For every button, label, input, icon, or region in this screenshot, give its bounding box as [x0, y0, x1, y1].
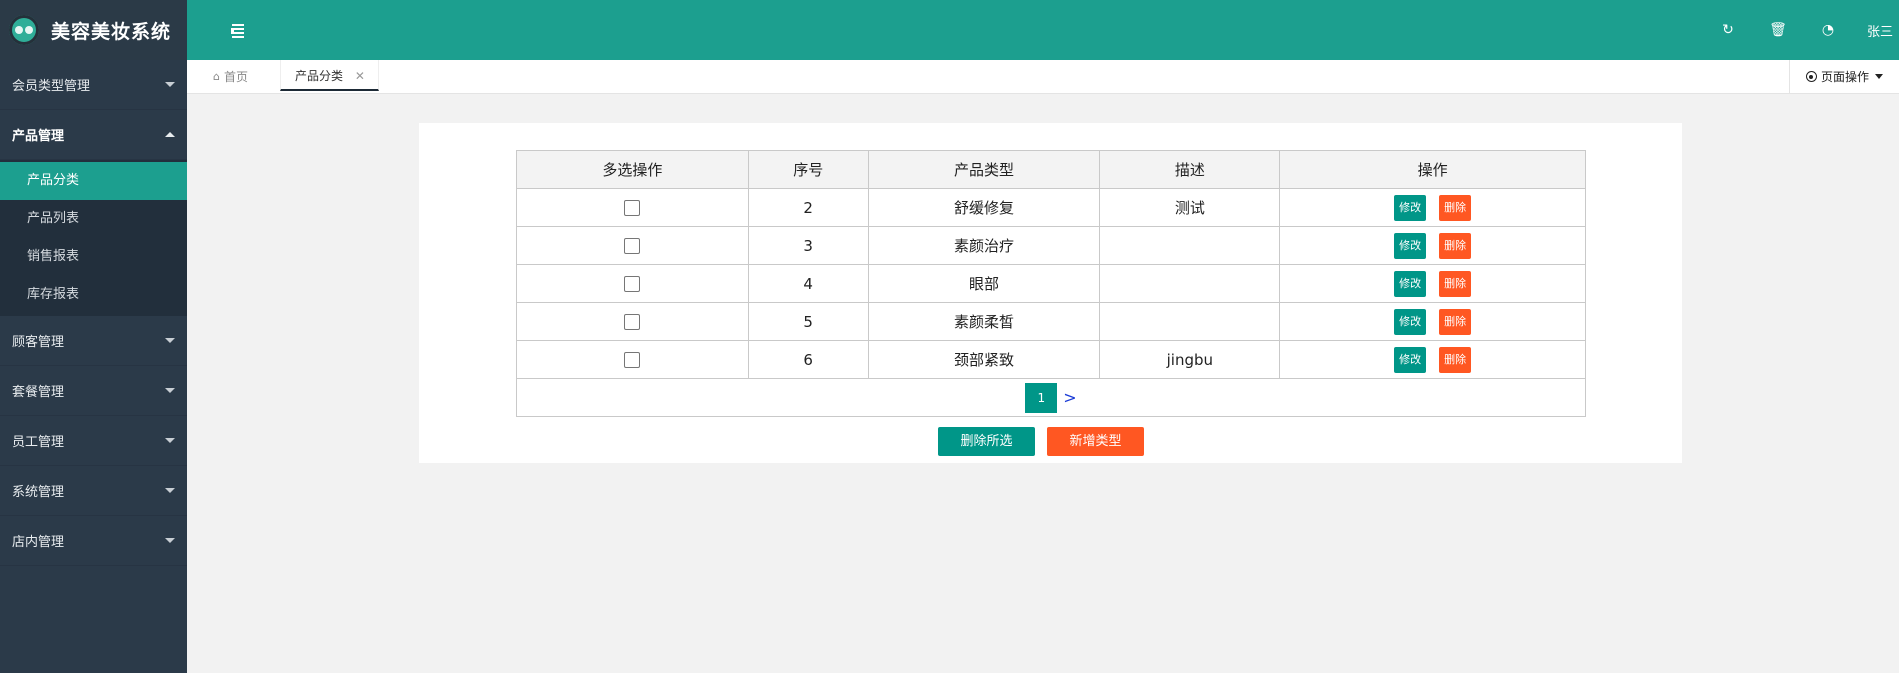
row-checkbox[interactable]: [624, 238, 641, 254]
edit-button[interactable]: 修改: [1394, 346, 1427, 373]
sidebar-group-store[interactable]: 店内管理: [0, 516, 187, 566]
content-panel: 多选操作 序号 产品类型 描述 操作 2 舒缓修复 测试 修改 删除 3 素颜治疗: [419, 123, 1682, 463]
sidebar-group-staff[interactable]: 员工管理: [0, 416, 187, 466]
header-toolbar: ↻ 🗑︎ ◔ 张三: [1703, 0, 1899, 60]
sidebar-item-inventory-report[interactable]: 库存报表: [0, 276, 187, 314]
column-header: 产品类型: [867, 150, 1101, 189]
edit-button[interactable]: 修改: [1394, 232, 1427, 259]
sidebar-submenu-products: 产品分类 产品列表 销售报表 库存报表: [0, 160, 187, 316]
caret-down-icon: [1875, 74, 1883, 79]
delete-button[interactable]: 删除: [1439, 194, 1472, 221]
edit-button[interactable]: 修改: [1394, 308, 1427, 335]
sidebar-group-member-types[interactable]: 会员类型管理: [0, 60, 187, 110]
sidebar-group-label: 顾客管理: [12, 335, 65, 350]
chevron-up-icon: [165, 132, 175, 137]
chevron-down-icon: [165, 82, 175, 87]
home-icon: ⌂: [213, 69, 220, 83]
row-id: 5: [747, 302, 869, 341]
table-row: 5 素颜柔皙 修改 删除: [516, 302, 1586, 341]
chevron-down-icon: [165, 538, 175, 543]
pager-row: 1 >: [516, 378, 1586, 417]
tab-label: 产品分类: [295, 69, 344, 83]
delete-button[interactable]: 删除: [1439, 308, 1472, 335]
chevron-down-icon: [165, 338, 175, 343]
sidebar-group-label: 员工管理: [12, 435, 65, 450]
refresh-icon[interactable]: ↻: [1703, 22, 1753, 38]
row-id: 3: [747, 226, 869, 265]
row-id: 4: [747, 264, 869, 303]
top-header: 美容美妆系统 ↻ 🗑︎ ◔ 张三: [0, 0, 1899, 60]
tab-home-label: 首页: [223, 69, 248, 84]
pagination: 1 >: [516, 378, 1586, 417]
tab-home[interactable]: ⌂ 首页: [213, 60, 248, 93]
sidebar-item-sales-report[interactable]: 销售报表: [0, 238, 187, 276]
column-header: 描述: [1099, 150, 1281, 189]
row-checkbox[interactable]: [624, 314, 641, 330]
table-row: 2 舒缓修复 测试 修改 删除: [516, 188, 1586, 227]
page-number-current[interactable]: 1: [1025, 382, 1058, 413]
table-row: 6 颈部紧致 jingbu 修改 删除: [516, 340, 1586, 379]
row-desc: [1099, 226, 1281, 265]
menu-toggle-icon[interactable]: [228, 22, 244, 38]
user-name[interactable]: 张三: [1853, 21, 1899, 40]
edit-button[interactable]: 修改: [1394, 194, 1427, 221]
sidebar-item-product-category[interactable]: 产品分类: [0, 162, 187, 200]
delete-selected-button[interactable]: 删除所选: [938, 427, 1035, 456]
app-title: 美容美妆系统: [51, 20, 172, 43]
sidebar-group-packages[interactable]: 套餐管理: [0, 366, 187, 416]
row-checkbox[interactable]: [624, 276, 641, 292]
target-icon: [1805, 71, 1817, 82]
row-type: 眼部: [867, 264, 1101, 303]
column-header: 多选操作: [516, 150, 749, 189]
logo-icon: [9, 15, 39, 45]
next-page-link[interactable]: >: [1063, 388, 1076, 407]
table-row: 3 素颜治疗 修改 删除: [516, 226, 1586, 265]
sidebar-group-label: 店内管理: [12, 535, 65, 550]
product-category-table: 多选操作 序号 产品类型 描述 操作 2 舒缓修复 测试 修改 删除 3 素颜治疗: [516, 150, 1586, 417]
add-type-button[interactable]: 新增类型: [1047, 427, 1144, 456]
row-desc: [1099, 264, 1281, 303]
tab-bar: ⌂ 首页 产品分类 ✕ 页面操作: [187, 60, 1899, 94]
row-desc: 测试: [1099, 188, 1281, 227]
chevron-down-icon: [165, 488, 175, 493]
sidebar-group-label: 产品管理: [12, 129, 65, 144]
logo[interactable]: 美容美妆系统: [0, 0, 187, 60]
sidebar-item-product-list[interactable]: 产品列表: [0, 200, 187, 238]
sidebar-group-label: 套餐管理: [12, 385, 65, 400]
row-type: 颈部紧致: [867, 340, 1101, 379]
delete-button[interactable]: 删除: [1439, 270, 1472, 297]
close-icon[interactable]: ✕: [355, 69, 365, 83]
row-desc: jingbu: [1099, 340, 1281, 379]
row-type: 素颜治疗: [867, 226, 1101, 265]
edit-button[interactable]: 修改: [1394, 270, 1427, 297]
delete-button[interactable]: 删除: [1439, 232, 1472, 259]
row-type: 素颜柔皙: [867, 302, 1101, 341]
sidebar-group-products[interactable]: 产品管理: [0, 110, 187, 160]
chevron-down-icon: [165, 388, 175, 393]
bottom-actions: 删除所选 新增类型: [938, 427, 1144, 456]
trash-icon[interactable]: 🗑︎: [1753, 22, 1803, 38]
sidebar-group-label: 会员类型管理: [12, 79, 91, 94]
dashboard-icon[interactable]: ◔: [1803, 22, 1853, 38]
chevron-down-icon: [165, 438, 175, 443]
delete-button[interactable]: 删除: [1439, 346, 1472, 373]
column-header: 操作: [1279, 150, 1586, 189]
table-row: 4 眼部 修改 删除: [516, 264, 1586, 303]
page-operations-label: 页面操作: [1820, 70, 1869, 84]
row-id: 2: [747, 188, 869, 227]
column-header: 序号: [747, 150, 869, 189]
tab-product-category[interactable]: 产品分类 ✕: [280, 60, 379, 91]
sidebar-group-customers[interactable]: 顾客管理: [0, 316, 187, 366]
sidebar-group-system[interactable]: 系统管理: [0, 466, 187, 516]
row-desc: [1099, 302, 1281, 341]
page-operations-dropdown[interactable]: 页面操作: [1789, 60, 1899, 93]
row-id: 6: [747, 340, 869, 379]
sidebar: 会员类型管理 产品管理 产品分类 产品列表 销售报表 库存报表 顾客管理 套餐管…: [0, 60, 187, 673]
row-checkbox[interactable]: [624, 200, 641, 216]
table-header-row: 多选操作 序号 产品类型 描述 操作: [516, 150, 1586, 189]
sidebar-group-label: 系统管理: [12, 485, 65, 500]
row-type: 舒缓修复: [867, 188, 1101, 227]
row-checkbox[interactable]: [624, 352, 641, 368]
